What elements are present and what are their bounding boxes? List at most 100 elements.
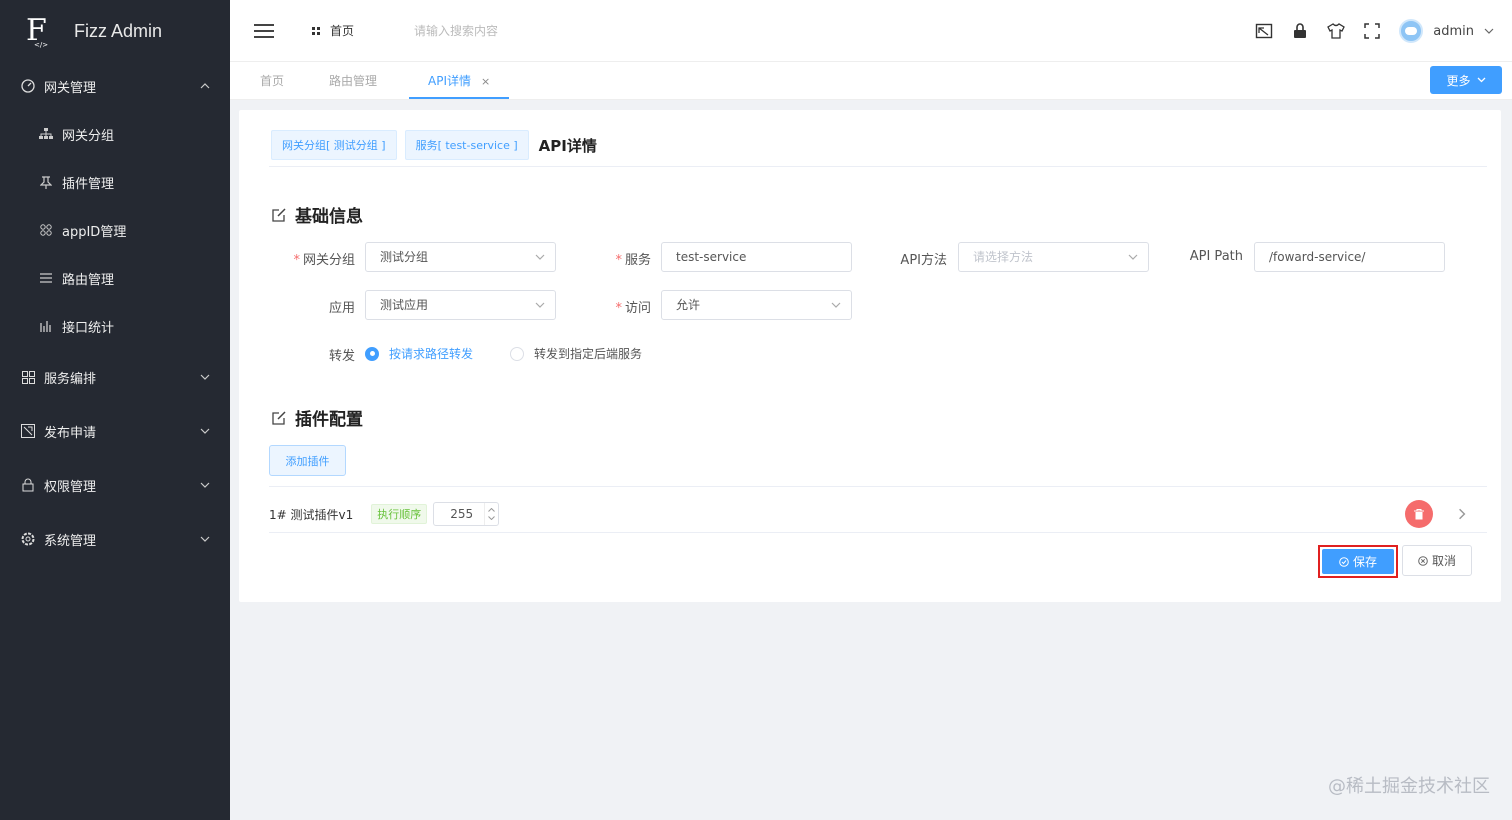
user-menu[interactable]: admin — [1399, 19, 1494, 43]
tab-label: 首页 — [260, 74, 285, 88]
close-icon[interactable]: × — [481, 75, 490, 88]
stepper-value: 255 — [450, 507, 474, 521]
menu-toggle-icon[interactable] — [254, 23, 274, 38]
api-method-select[interactable]: 请选择方法 — [958, 242, 1149, 272]
sidebar-group-label: 系统管理 — [44, 533, 97, 549]
tab-label: 路由管理 — [329, 74, 378, 88]
cancel-label: 取消 — [1431, 554, 1456, 568]
close-circle-icon — [1418, 555, 1428, 566]
section-plugin-config: 插件配置 — [271, 405, 363, 430]
input-value: /foward-service/ — [1269, 250, 1366, 264]
check-circle-icon — [1339, 556, 1349, 567]
forward-label: 转发 — [328, 349, 355, 364]
stats-icon — [38, 318, 54, 334]
grid-icon — [20, 369, 36, 385]
header-home-link[interactable]: 首页 — [312, 22, 354, 39]
radio-label: 按请求路径转发 — [389, 347, 474, 361]
header-home-label: 首页 — [330, 24, 355, 38]
sidebar-item-routes[interactable]: 路由管理 — [0, 254, 230, 302]
forward-option-by-path[interactable]: 按请求路径转发 — [365, 345, 473, 362]
api-method-label: API方法 — [900, 253, 947, 268]
sidebar-group-orchestration[interactable]: 服务编排 — [0, 353, 230, 401]
stepper-arrows-icon[interactable] — [484, 503, 498, 525]
sidebar-item-label: 接口统计 — [62, 320, 115, 336]
sidebar-item-label: appID管理 — [62, 224, 127, 240]
dashboard-icon — [20, 78, 36, 94]
gateway-group-select[interactable]: 测试分组 — [365, 242, 556, 272]
chevron-right-icon[interactable] — [1457, 508, 1467, 520]
sidebar-item-label: 插件管理 — [62, 176, 115, 192]
breadcrumb-gateway-group[interactable]: 网关分组[ 测试分组 ] — [271, 130, 397, 160]
section-basic-info: 基础信息 — [271, 202, 363, 227]
sidebar-group-gateway[interactable]: 网关管理 — [0, 62, 230, 110]
sidebar-item-label: 路由管理 — [62, 272, 115, 288]
user-name: admin — [1433, 23, 1474, 39]
sidebar-group-label: 服务编排 — [44, 371, 97, 387]
sidebar-group-label: 权限管理 — [44, 479, 97, 495]
screenshot-icon[interactable] — [1255, 22, 1273, 40]
tab-home[interactable]: 首页 — [260, 62, 284, 99]
sidebar: F </> Fizz Admin 网关管理 网关分组 插件管理 appID管理 路… — [0, 0, 230, 820]
gateway-group-label: * 网关分组 — [293, 253, 355, 268]
sidebar-group-system[interactable]: 系统管理 — [0, 515, 230, 563]
tab-label: API详情 — [428, 74, 471, 88]
sidebar-item-appid[interactable]: appID管理 — [0, 206, 230, 254]
divider — [269, 486, 1487, 487]
select-value: 测试分组 — [380, 250, 429, 264]
select-placeholder: 请选择方法 — [973, 250, 1034, 264]
cancel-button[interactable]: 取消 — [1402, 545, 1472, 576]
sitemap-icon — [38, 126, 54, 142]
save-highlight: 保存 — [1318, 545, 1398, 578]
chevron-down-icon — [200, 480, 210, 490]
delete-plugin-button[interactable] — [1405, 500, 1433, 528]
sidebar-item-label: 网关分组 — [62, 128, 115, 144]
sidebar-item-plugins[interactable]: 插件管理 — [0, 158, 230, 206]
home-grid-icon — [312, 26, 320, 35]
section-title-label: 插件配置 — [295, 410, 363, 430]
sidebar-item-stats[interactable]: 接口统计 — [0, 302, 230, 350]
page-tabs: 首页 路由管理 API详情 × 更多 — [230, 62, 1512, 100]
chevron-down-icon — [535, 302, 545, 308]
add-plugin-button[interactable]: 添加插件 — [269, 445, 346, 476]
apps-icon — [38, 222, 54, 238]
save-button[interactable]: 保存 — [1322, 549, 1394, 574]
app-title: Fizz Admin — [74, 20, 163, 41]
input-value: test-service — [676, 250, 747, 264]
app-select[interactable]: 测试应用 — [365, 290, 556, 320]
more-button-label: 更多 — [1446, 73, 1471, 88]
chevron-up-icon — [200, 81, 210, 91]
edit-icon — [272, 207, 286, 222]
header-search-input[interactable]: 请输入搜索内容 — [414, 22, 498, 39]
lock-screen-icon[interactable] — [1291, 22, 1309, 40]
order-tag: 执行顺序 — [371, 504, 428, 524]
api-path-input[interactable]: /foward-service/ — [1254, 242, 1445, 272]
chevron-down-icon — [200, 534, 210, 544]
tab-api-detail[interactable]: API详情 × — [409, 62, 509, 99]
chevron-down-icon — [535, 254, 545, 260]
chevron-down-icon — [1128, 254, 1138, 260]
logo-sub: </> — [34, 41, 49, 49]
tab-routes[interactable]: 路由管理 — [329, 62, 377, 99]
gear-icon — [20, 531, 36, 547]
publish-icon — [20, 423, 36, 439]
fullscreen-icon[interactable] — [1363, 22, 1381, 40]
service-input[interactable]: test-service — [661, 242, 852, 272]
trash-icon — [1414, 508, 1424, 519]
breadcrumb-service[interactable]: 服务[ test-service ] — [404, 130, 529, 160]
theme-shirt-icon[interactable] — [1327, 22, 1346, 40]
sidebar-group-label: 发布申请 — [44, 425, 97, 441]
logo[interactable]: F </> Fizz Admin — [0, 0, 230, 62]
section-title-label: 基础信息 — [295, 207, 363, 227]
divider — [269, 532, 1487, 533]
api-path-label: API Path — [1189, 249, 1243, 264]
sidebar-item-gateway-group[interactable]: 网关分组 — [0, 110, 230, 158]
api-detail-card: 网关分组[ 测试分组 ] 服务[ test-service ] API详情 基础… — [239, 110, 1501, 602]
forward-option-backend[interactable]: 转发到指定后端服务 — [510, 345, 642, 362]
more-button[interactable]: 更多 — [1430, 66, 1502, 94]
sidebar-group-publish[interactable]: 发布申请 — [0, 407, 230, 455]
save-label: 保存 — [1352, 555, 1377, 569]
sidebar-group-permissions[interactable]: 权限管理 — [0, 461, 230, 509]
access-select[interactable]: 允许 — [661, 290, 852, 320]
header-actions: admin — [1255, 0, 1494, 62]
order-stepper[interactable]: 255 — [433, 502, 500, 526]
